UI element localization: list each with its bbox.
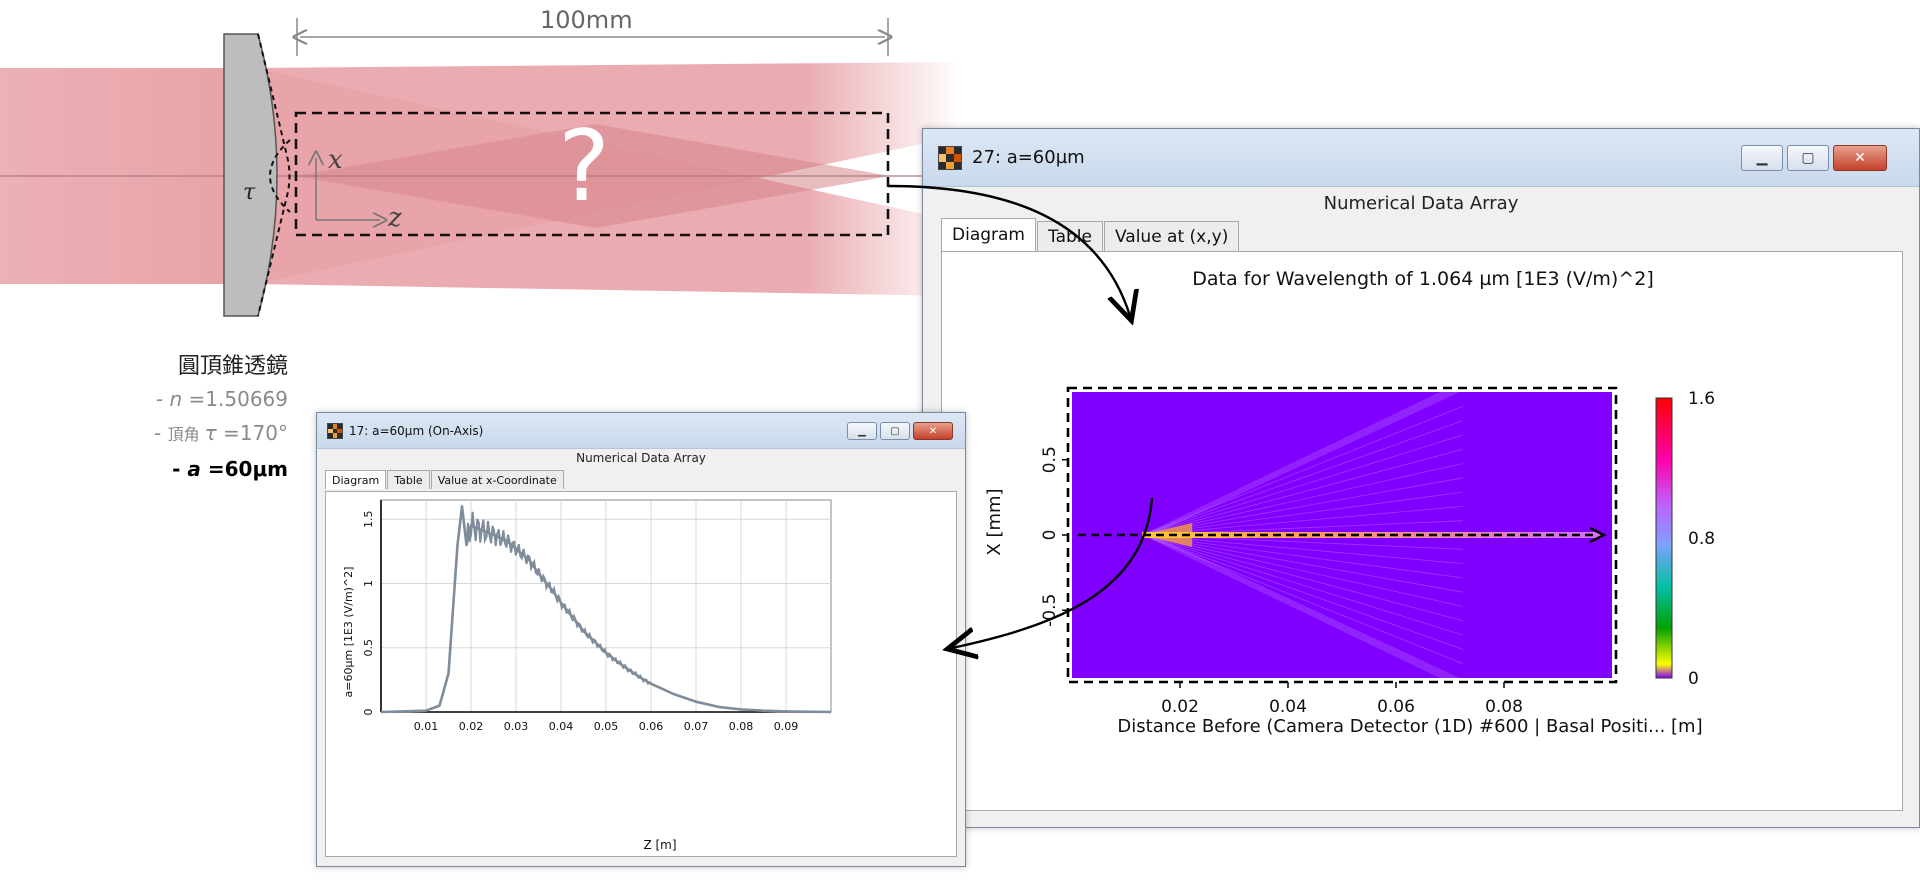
x-tick-label: 0.02 [1161,697,1199,717]
x-tick-label: 0.06 [639,720,664,733]
param-a-value: =60μm [200,457,288,481]
colorbar-gradient [1655,397,1673,679]
tab-table[interactable]: Table [1037,221,1103,251]
field-distribution-window[interactable]: 27: a=60µm ▁ ▢ ✕ Numerical Data Array Di… [922,128,1920,828]
y-tick-label: 1 [362,580,375,587]
y-axis-title: a=60µm [1E3 (V/m)^2] [342,567,355,698]
minimize-button[interactable]: ▁ [847,422,877,440]
minimize-button[interactable]: ▁ [1741,145,1783,171]
y-tick-label: 0.5 [362,639,375,657]
x-axis-title: Distance Before (Camera Detector (1D) #6… [1117,716,1702,737]
app-checker-icon [938,146,962,170]
x-tick-label: 0.09 [774,720,799,733]
tab-diagram[interactable]: Diagram [325,470,387,489]
app-checker-icon [327,423,343,439]
param-n-value: =1.50669 [182,387,288,411]
on-axis-window[interactable]: 17: a=60µm (On-Axis) ▁ ▢ ✕ Numerical Dat… [316,412,966,867]
tab-table[interactable]: Table [387,470,430,489]
window-title: 27: a=60µm [972,147,1085,168]
dimension-label: 100mm [540,6,633,34]
param-tau-prefix: - [153,421,168,445]
x-tick-label: 0.03 [504,720,529,733]
window-subheader: Numerical Data Array [576,451,706,465]
x-tick-label: 0.06 [1377,697,1415,717]
slide-canvas: 100mm ? x z τ 圓頂錐透鏡 - n =1.50669 - 頂角 τ … [0,0,1920,886]
window-title: 17: a=60µm (On-Axis) [349,424,484,438]
x-tick-label: 0.01 [414,720,439,733]
field-heatmap-chart: Data for Wavelength of 1.064 µm [1E3 (V/… [984,268,1715,737]
y-tick-label: 1.5 [362,511,375,528]
tab-value-at-x[interactable]: Value at x-Coordinate [430,470,564,489]
on-axis-line-chart: 0.01 0.02 0.03 0.04 0.05 0.06 0.07 0.08 0.09 1.5 1… [342,499,832,852]
colorbar-tick-label: 0 [1688,669,1699,689]
window-titlebar[interactable]: 27: a=60µm ▁ ▢ ✕ [923,129,1919,187]
x-tick-label: 0.04 [1269,697,1307,717]
tab-diagram[interactable]: Diagram [941,218,1036,251]
param-apex-angle: - 頂角 τ =170° [154,416,288,452]
param-n-symbol: n [169,387,183,411]
param-a-symbol: a [187,457,201,481]
x-tick-label: 0.05 [594,720,619,733]
window-titlebar[interactable]: 17: a=60µm (On-Axis) ▁ ▢ ✕ [317,413,965,449]
param-refractive-index: - n =1.50669 [154,382,288,416]
apex-angle-label: τ [243,180,256,205]
plot-area: 0.02 0.04 0.06 0.08 0.5 0 -0.5 [1040,386,1618,717]
param-a-prefix: - [172,457,188,481]
x-axis-label: x [328,145,343,175]
close-button[interactable]: ✕ [913,422,953,440]
question-mark: ? [558,110,611,224]
colorbar-tick-label: 1.6 [1688,389,1715,409]
y-axis-title: X [mm] [984,488,1005,555]
y-tick-label: 0 [362,709,375,716]
maximize-button[interactable]: ▢ [1787,145,1829,171]
plot-title: Data for Wavelength of 1.064 µm [1E3 (V/… [1192,268,1654,290]
param-n-prefix: - [155,387,170,411]
x-axis-title: Z [m] [643,838,676,852]
axicon-beam-diagram [0,18,960,317]
param-a: - a =60μm [154,452,288,486]
view-tabs: Diagram Table Value at (x,y) [941,218,1240,251]
lens-name: 圓頂錐透鏡 [177,354,288,379]
diagram-panel: 0.01 0.02 0.03 0.04 0.05 0.06 0.07 0.08 0.09 1.5 1… [325,491,957,857]
window-subheader: Numerical Data Array [1323,193,1519,214]
view-tabs: Diagram Table Value at x-Coordinate [325,470,565,489]
param-tau-value: =170° [216,421,288,445]
param-tau-symbol: τ [204,421,217,445]
y-tick-label: 0 [1040,530,1060,541]
colorbar-tick-label: 0.8 [1688,529,1715,549]
x-tick-label: 0.08 [1485,697,1523,717]
x-tick-label: 0.04 [549,720,574,733]
maximize-button[interactable]: ▢ [880,422,910,440]
z-axis-label: z [388,203,402,233]
x-tick-label: 0.08 [729,720,754,733]
y-tick-label: -0.5 [1040,594,1060,627]
plot-area: 0.01 0.02 0.03 0.04 0.05 0.06 0.07 0.08 0.09 1.5 1… [362,499,832,733]
tab-value-at-xy[interactable]: Value at (x,y) [1103,221,1240,251]
lens-parameters: 圓頂錐透鏡 - n =1.50669 - 頂角 τ =170° - a =60μ… [154,352,288,486]
param-tau-word: 頂角 [167,425,205,444]
y-tick-label: 0.5 [1040,446,1060,473]
diagram-panel: Data for Wavelength of 1.064 µm [1E3 (V/… [941,251,1903,811]
x-tick-label: 0.07 [684,720,709,733]
colorbar: 1.6 0.8 0 [1655,389,1715,689]
x-tick-label: 0.02 [459,720,484,733]
close-button[interactable]: ✕ [1833,145,1887,171]
